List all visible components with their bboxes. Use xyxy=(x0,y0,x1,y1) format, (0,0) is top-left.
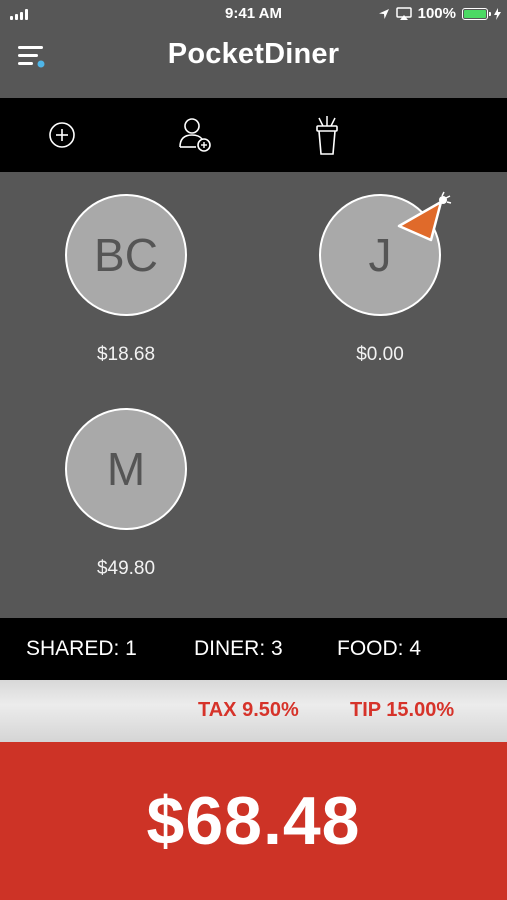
add-circle-icon[interactable] xyxy=(41,114,83,156)
diner-initials: BC xyxy=(94,229,158,281)
avatar[interactable]: M xyxy=(65,408,187,530)
diner-initials: J xyxy=(368,229,392,281)
nav-bar: PocketDiner xyxy=(0,28,507,98)
status-bar: 9:41 AM 100% xyxy=(0,0,507,28)
diner-amount: $49.80 xyxy=(96,558,156,579)
charging-bolt-icon xyxy=(494,7,501,20)
app-title: PocketDiner xyxy=(167,38,340,70)
diner-amount: $18.68 xyxy=(96,344,156,365)
tax-button[interactable]: TAX 9.50% xyxy=(198,699,299,722)
avatar[interactable]: J xyxy=(319,191,452,316)
location-arrow-icon xyxy=(378,8,389,19)
battery-percent: 100% xyxy=(417,5,456,22)
diner-card[interactable]: M $49.80 xyxy=(61,408,191,580)
diner-count: DINER: 3 xyxy=(194,637,283,660)
diner-card[interactable]: BC $18.68 xyxy=(61,194,191,366)
tip-button[interactable]: TIP 15.00% xyxy=(350,699,454,722)
battery-icon xyxy=(462,7,491,20)
counts-bar: SHARED: 1 DINER: 3 FOOD: 4 xyxy=(0,618,507,680)
total-amount: $68.48 xyxy=(146,783,361,859)
avatar[interactable]: BC xyxy=(65,194,187,316)
shared-count: SHARED: 1 xyxy=(26,637,137,660)
drink-cup-icon[interactable] xyxy=(306,114,348,156)
airplay-icon xyxy=(395,7,412,20)
toolbar xyxy=(0,98,507,172)
rates-bar: TAX 9.50% TIP 15.00% xyxy=(0,680,507,742)
food-count: FOOD: 4 xyxy=(337,637,422,660)
diner-amount: $0.00 xyxy=(356,344,404,365)
party-hat-icon xyxy=(397,191,452,242)
diner-card[interactable]: J $0.00 xyxy=(315,191,452,366)
add-person-icon[interactable] xyxy=(174,114,216,156)
diner-initials: M xyxy=(106,443,146,495)
total-panel[interactable]: $68.48 xyxy=(0,742,507,900)
diner-grid: BC $18.68 J $0.00 M $49.80 xyxy=(0,172,507,618)
